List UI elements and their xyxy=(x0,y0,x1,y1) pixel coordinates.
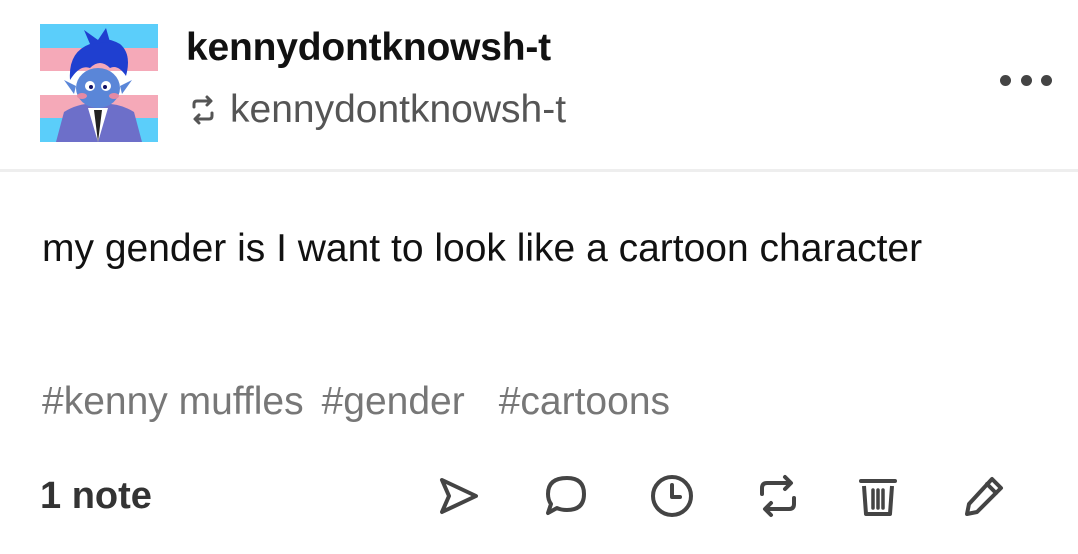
speech-bubble-icon[interactable] xyxy=(540,470,592,522)
reblog-icon[interactable] xyxy=(752,470,804,522)
tag-gender[interactable]: #gender xyxy=(322,372,465,432)
tag-cartoons[interactable]: #cartoons xyxy=(499,372,670,432)
blog-avatar[interactable] xyxy=(40,24,158,142)
post-text: my gender is I want to look like a carto… xyxy=(42,227,923,270)
send-icon[interactable] xyxy=(432,470,484,522)
clock-icon[interactable] xyxy=(646,470,698,522)
tag-kenny-muffles[interactable]: #kenny muffles xyxy=(42,372,304,432)
reblogged-from-name[interactable]: kennydontknowsh-t xyxy=(230,84,566,136)
trash-icon[interactable] xyxy=(852,470,904,522)
more-dot xyxy=(1041,74,1052,86)
more-dot xyxy=(1020,74,1032,86)
pencil-icon[interactable] xyxy=(958,470,1010,522)
notes-count[interactable]: 1 note xyxy=(40,468,152,524)
post-header: kennydontknowsh-t kennydontknowsh-t xyxy=(0,0,1078,172)
avatar-image xyxy=(40,24,158,142)
more-dot xyxy=(1000,74,1011,86)
post-footer: 1 note xyxy=(0,462,1078,532)
reblog-source: kennydontknowsh-t xyxy=(186,84,566,136)
tag-list: #kenny muffles #gender #cartoons xyxy=(42,372,688,432)
blog-name[interactable]: kennydontknowsh-t xyxy=(186,22,551,74)
reblog-icon xyxy=(192,95,214,125)
more-options-icon[interactable] xyxy=(1000,64,1052,96)
